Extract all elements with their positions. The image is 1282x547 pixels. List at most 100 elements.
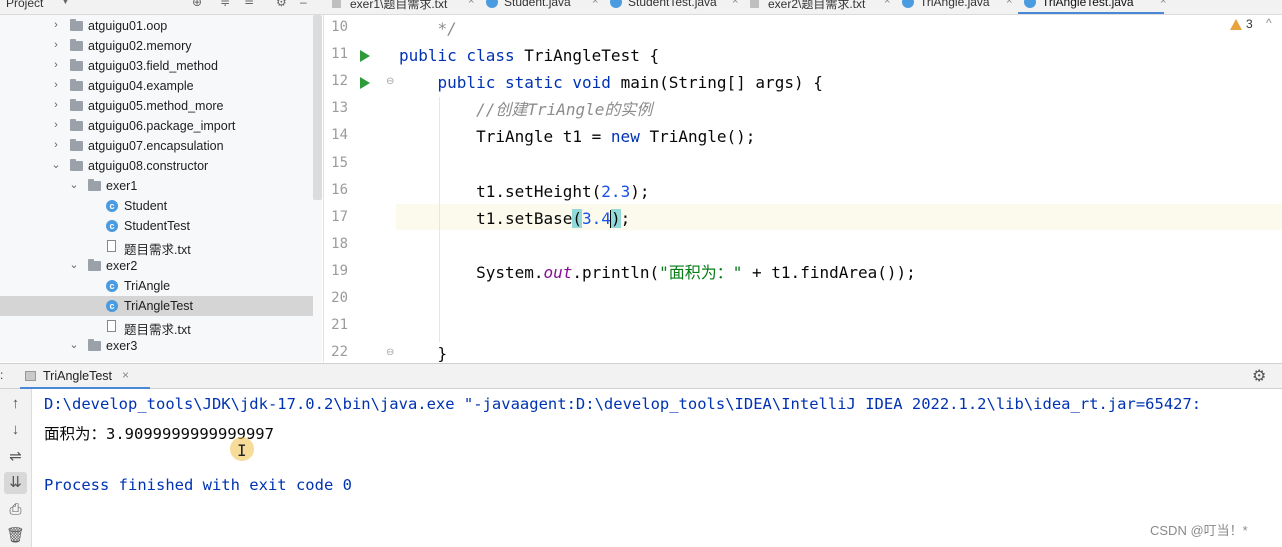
tree-item[interactable]: ⌄ atguigu08.constructor: [0, 156, 313, 176]
line-number: 21: [331, 317, 348, 334]
warning-icon: [1230, 19, 1242, 30]
code-token: ;: [620, 208, 631, 228]
run-icon[interactable]: [360, 50, 370, 63]
project-panel-title[interactable]: Project: [6, 0, 43, 10]
collapse-all-icon[interactable]: ≑: [220, 0, 230, 9]
watermark: CSDN @叮当！*: [1150, 523, 1248, 538]
crosshair-icon[interactable]: ⊕: [192, 0, 202, 9]
close-icon[interactable]: ×: [592, 0, 598, 7]
text-cursor-icon: I: [237, 441, 247, 460]
class-icon: [486, 0, 498, 8]
editor-tab-label: exer1\题目需求.txt: [350, 0, 448, 11]
tree-item[interactable]: c Student: [0, 196, 313, 216]
tree-item[interactable]: › atguigu06.package_import: [0, 116, 313, 136]
tree-item[interactable]: › atguigu01.oop: [0, 16, 313, 36]
code-line: System.out.println("面积为：" + t1.findArea(…: [399, 260, 916, 286]
console-output[interactable]: Process finished with exit code 0 面积为：3.9…: [32, 389, 1282, 547]
run-panel-header: : TriAngleTest × ⚙: [0, 363, 1282, 389]
tree-item-label: exer1: [106, 179, 138, 193]
folder-icon: [70, 119, 83, 131]
soft-wrap-icon[interactable]: ⇌: [4, 446, 27, 468]
tree-item[interactable]: › atguigu03.field_method: [0, 56, 313, 76]
tree-item-label: TriAngle: [124, 279, 171, 293]
chevron-down-icon[interactable]: ⌄: [68, 339, 80, 351]
text-file-icon: [107, 320, 116, 332]
code-token: TriAngleTest {: [524, 46, 660, 66]
chevron-right-icon[interactable]: ›: [50, 79, 62, 91]
class-icon: [1024, 0, 1036, 8]
code-line: t1.setBase(3.4);: [399, 206, 630, 232]
line-number: 18: [331, 235, 348, 252]
tree-item[interactable]: › atguigu04.example: [0, 76, 313, 96]
run-tab-triangletest[interactable]: TriAngleTest ×: [20, 364, 150, 389]
tree-item-label: atguigu01.oop: [88, 19, 168, 33]
tree-item[interactable]: 题目需求.txt: [0, 236, 313, 257]
chevron-right-icon[interactable]: ›: [50, 119, 62, 131]
tree-item[interactable]: › atguigu02.memory: [0, 36, 313, 56]
trash-icon[interactable]: 🗑: [4, 525, 27, 547]
top-toolbar: Project ▼ ⊕ ≑ ≐ ⚙ – exer1\题目需求.txt × Stude…: [0, 0, 1282, 15]
chevron-down-icon[interactable]: ⌄: [50, 159, 62, 171]
chevron-down-icon[interactable]: ▼: [60, 0, 71, 7]
code-token: (: [572, 208, 583, 228]
editor-tab-label: exer2\题目需求.txt: [768, 0, 866, 11]
close-icon[interactable]: ×: [732, 0, 738, 7]
code-token: }: [399, 344, 448, 362]
run-panel-label: :: [0, 368, 4, 382]
code-token: );: [630, 181, 650, 201]
line-number: 10: [331, 19, 348, 35]
tree-item[interactable]: › atguigu05.method_more: [0, 96, 313, 116]
close-icon[interactable]: ×: [1006, 0, 1012, 7]
folder-icon: [88, 259, 101, 271]
line-number: 11: [331, 46, 348, 63]
tree-item-label: atguigu07.encapsulation: [88, 139, 224, 153]
run-config-icon: [25, 371, 36, 381]
text-file-icon: [332, 0, 341, 8]
chevron-right-icon[interactable]: ›: [50, 139, 62, 151]
tree-item[interactable]: c TriAngle: [0, 276, 313, 296]
up-arrow-icon[interactable]: ↑: [4, 393, 27, 415]
code-token: public class: [399, 46, 525, 66]
chevron-right-icon[interactable]: ›: [50, 99, 62, 111]
minimize-icon[interactable]: –: [300, 0, 307, 9]
tree-item[interactable]: c TriAngleTest: [0, 296, 313, 316]
tree-item[interactable]: c StudentTest: [0, 216, 313, 236]
fold-icon[interactable]: ⊖: [386, 347, 394, 358]
code-token: TriAngle t1 =: [399, 127, 611, 147]
down-arrow-icon[interactable]: ↓: [4, 419, 27, 441]
chevron-right-icon[interactable]: ›: [50, 59, 62, 71]
tree-item[interactable]: › atguigu07.encapsulation: [0, 136, 313, 156]
scroll-to-end-icon[interactable]: ⇊: [4, 472, 27, 494]
line-number: 19: [331, 262, 348, 279]
close-icon[interactable]: ×: [468, 0, 474, 7]
line-number: 14: [331, 127, 348, 144]
tree-item-label: atguigu05.method_more: [88, 99, 224, 113]
console-line: Process finished with exit code 0: [44, 476, 352, 494]
tree-item[interactable]: ⌄ exer3: [0, 336, 313, 356]
editor-tab-label: TriAngle.java: [920, 0, 990, 9]
line-number: 13: [331, 100, 348, 117]
close-icon[interactable]: ×: [1160, 0, 1166, 7]
expand-all-icon[interactable]: ≐: [244, 0, 254, 9]
chevron-right-icon[interactable]: ›: [50, 19, 62, 31]
tree-scrollbar[interactable]: [313, 15, 322, 200]
gear-icon[interactable]: ⚙: [276, 0, 287, 9]
tree-item[interactable]: 题目需求.txt: [0, 316, 313, 337]
code-editor[interactable]: 10 11 12 13 14 15 16 17 18 19 20 21 22 ⊖ ⊖ */ public cl…: [323, 15, 1282, 362]
fold-icon[interactable]: ⊖: [386, 76, 394, 87]
code-token: new: [610, 127, 650, 147]
chevron-right-icon[interactable]: ›: [50, 39, 62, 51]
close-icon[interactable]: ×: [122, 368, 129, 382]
chevron-down-icon[interactable]: ⌄: [68, 259, 80, 271]
run-icon[interactable]: [360, 77, 370, 90]
print-icon[interactable]: ⎙: [4, 499, 27, 521]
gear-icon[interactable]: ⚙: [1252, 366, 1266, 386]
folder-icon: [88, 339, 101, 351]
chevron-up-icon[interactable]: ^: [1266, 16, 1272, 30]
code-token: //创建TriAngle的实例: [399, 100, 653, 120]
tree-item[interactable]: ⌄ exer2: [0, 256, 313, 276]
chevron-down-icon[interactable]: ⌄: [68, 179, 80, 191]
code-token: ): [610, 208, 621, 228]
close-icon[interactable]: ×: [884, 0, 890, 7]
tree-item[interactable]: ⌄ exer1: [0, 176, 313, 196]
